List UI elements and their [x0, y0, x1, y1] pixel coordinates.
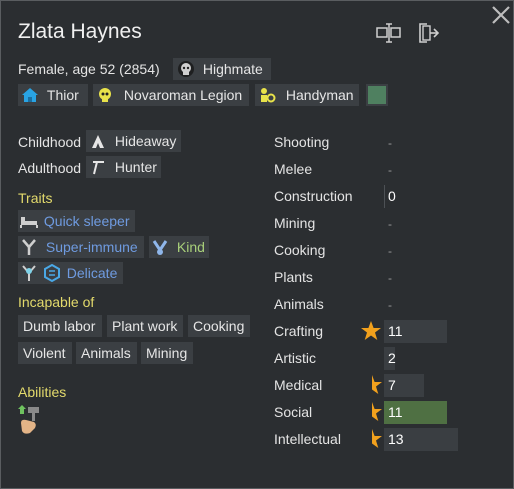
skill-name: Cooking: [274, 242, 326, 258]
pawn-subtitle: Female, age 52 (2854): [18, 61, 160, 77]
banish-button[interactable]: [418, 22, 440, 44]
adulthood-label: Adulthood: [18, 160, 82, 176]
skill-value: -: [388, 298, 392, 312]
incapable-item[interactable]: Mining: [141, 342, 193, 364]
rename-button[interactable]: [376, 23, 402, 43]
hideaway-icon: [89, 132, 107, 150]
childhood-badge[interactable]: Hideaway: [86, 130, 181, 152]
skill-name: Animals: [274, 296, 324, 312]
trait-label: Super-immune: [45, 239, 138, 255]
skill-name: Medical: [274, 377, 323, 393]
passion-major-icon: [361, 321, 381, 340]
skill-value: -: [388, 271, 392, 285]
skill-name: Construction: [274, 188, 353, 204]
trait-delicate[interactable]: Delicate: [18, 262, 123, 284]
crown-skull-icon: [177, 60, 195, 78]
incapable-item[interactable]: Dumb labor: [18, 315, 102, 337]
skill-bar: 2: [384, 347, 396, 370]
incapable-item[interactable]: Plant work: [107, 315, 183, 337]
skill-name: Shooting: [274, 134, 330, 150]
adulthood-value: Hunter: [114, 159, 157, 175]
adulthood-badge[interactable]: Hunter: [86, 156, 161, 178]
ideology-label: Novaroman Legion: [123, 87, 243, 103]
skill-bar: 11: [384, 320, 447, 343]
skill-value: -: [388, 244, 392, 258]
skill-value: 11: [388, 404, 403, 420]
skill-value: -: [388, 136, 392, 150]
childhood-label: Childhood: [18, 134, 82, 150]
passion-minor-icon: [372, 375, 382, 394]
trait-super-immune[interactable]: Super-immune: [18, 236, 144, 258]
gene-hex-icon: [43, 263, 61, 282]
rename-icon: [376, 23, 401, 43]
trait-quick-sleeper[interactable]: Quick sleeper: [18, 210, 135, 232]
role-label: Handyman: [285, 87, 354, 103]
skill-bar: 11: [384, 401, 447, 424]
trait-kind[interactable]: Kind: [149, 236, 209, 258]
childhood-value: Hideaway: [114, 133, 177, 149]
skill-bar: 7: [384, 374, 424, 397]
skill-bar: 13: [384, 428, 458, 451]
incapable-header: Incapable of: [18, 294, 95, 310]
passion-minor-icon: [372, 429, 382, 448]
skill-value: -: [388, 217, 392, 231]
house-icon: [21, 86, 39, 104]
role-badge[interactable]: Handyman: [255, 84, 359, 106]
hunter-icon: [89, 158, 107, 176]
immune-y-icon: [20, 238, 38, 256]
close-x-icon: [492, 6, 510, 24]
passion-minor-icon: [372, 402, 382, 421]
close-button[interactable]: [491, 5, 511, 25]
skill-value: 7: [388, 377, 396, 393]
gear-worker-icon: [258, 86, 276, 104]
skull-icon: [96, 86, 114, 104]
ability-button[interactable]: [18, 405, 42, 435]
hammer-hand-icon: [18, 405, 39, 434]
skill-value: 2: [388, 350, 396, 366]
faction-badge[interactable]: Thior: [18, 84, 88, 106]
bed-icon: [20, 212, 38, 230]
skill-name: Social: [274, 404, 313, 420]
skill-value: -: [388, 163, 392, 177]
hands-heart-icon: [151, 238, 169, 256]
exit-door-icon: [419, 23, 440, 43]
ideo-color-swatch[interactable]: [366, 84, 388, 106]
skill-value: 11: [388, 323, 403, 339]
title-badge[interactable]: Highmate: [173, 58, 271, 80]
skill-value: 0: [388, 188, 396, 204]
skill-name: Intellectual: [274, 431, 341, 447]
incapable-item[interactable]: Animals: [76, 342, 137, 364]
incapable-item[interactable]: Violent: [18, 342, 72, 364]
title-label: Highmate: [202, 61, 263, 77]
faction-label: Thior: [46, 87, 79, 103]
abilities-header: Abilities: [18, 384, 67, 400]
skill-bar-baseline: [384, 185, 385, 208]
skill-name: Artistic: [274, 350, 316, 366]
skill-name: Mining: [274, 215, 316, 231]
skill-name: Plants: [274, 269, 313, 285]
incapable-item[interactable]: Cooking: [188, 315, 250, 337]
delicate-icon: [20, 264, 38, 282]
traits-header: Traits: [18, 190, 53, 206]
skill-name: Melee: [274, 161, 313, 177]
trait-label: Kind: [176, 239, 205, 255]
skill-name: Crafting: [274, 323, 324, 339]
character-panel: Zlata Haynes Female, age 52 (2854) Highm…: [0, 0, 514, 489]
skill-value: 13: [388, 431, 404, 447]
trait-label: Delicate: [66, 265, 118, 281]
trait-label: Quick sleeper: [43, 213, 130, 229]
ideology-badge[interactable]: Novaroman Legion: [93, 84, 249, 106]
pawn-name: Zlata Haynes: [18, 20, 142, 43]
